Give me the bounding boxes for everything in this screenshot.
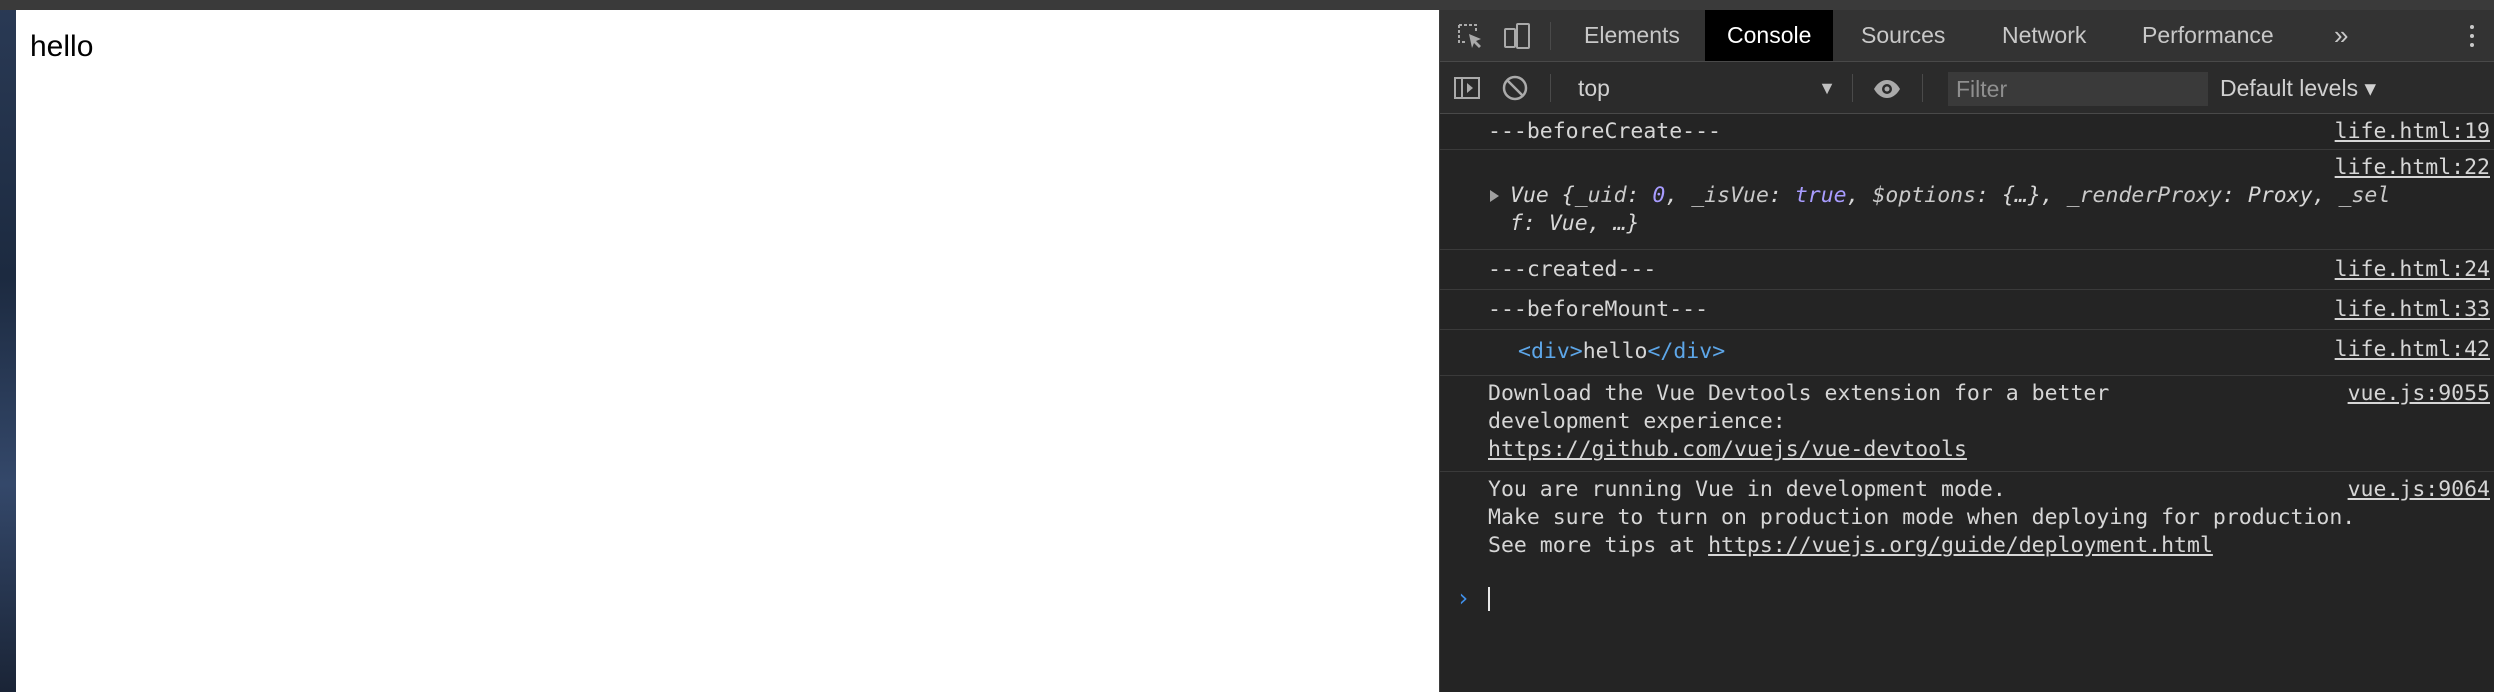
log-levels-dropdown[interactable]: Default levels ▾ — [2220, 72, 2376, 104]
dropdown-triangle-icon: ▼ — [1818, 78, 1836, 98]
device-toolbar-icon[interactable] — [1502, 22, 1532, 52]
tabbar-separator — [1550, 22, 1551, 50]
sidebar-toggle-icon[interactable] — [1452, 73, 1482, 103]
page-viewport: hello — [16, 10, 1439, 692]
console-message: ---beforeCreate--- life.html:19 — [1440, 114, 2494, 150]
devtools-panel: Elements Console Sources Network Perform… — [1439, 10, 2494, 692]
toolbar-separator — [1922, 74, 1923, 102]
live-expression-eye-icon[interactable] — [1872, 74, 1902, 104]
page-text: hello — [30, 30, 94, 63]
tab-sources[interactable]: Sources — [1839, 10, 1967, 61]
source-link[interactable]: life.html:19 — [2335, 118, 2490, 146]
message-text-with-link: See more tips at https://vuejs.org/guide… — [1488, 533, 2213, 558]
object-preview-line2: f: Vue, …} — [1510, 211, 1640, 236]
devtools-tabbar: Elements Console Sources Network Perform… — [1440, 10, 2494, 62]
source-link[interactable]: life.html:22 — [2335, 154, 2490, 182]
tab-network[interactable]: Network — [1980, 10, 2108, 61]
tab-console[interactable]: Console — [1705, 10, 1834, 61]
inspect-element-icon[interactable] — [1456, 22, 1486, 52]
message-text: Make sure to turn on production mode whe… — [1488, 505, 2356, 530]
message-text: Download the Vue Devtools extension for … — [1488, 381, 2110, 406]
console-message-element: <div>hello</div> life.html:42 — [1440, 330, 2494, 376]
source-link[interactable]: life.html:24 — [2335, 256, 2490, 284]
tab-performance[interactable]: Performance — [2120, 10, 2296, 61]
context-select[interactable]: top ▼ — [1578, 72, 1836, 104]
message-text: development experience: — [1488, 409, 1786, 434]
source-link[interactable]: life.html:33 — [2335, 296, 2490, 324]
console-toolbar: top ▼ Default levels ▾ — [1440, 62, 2494, 114]
console-message: ---created--- life.html:24 — [1440, 250, 2494, 290]
desktop-wallpaper — [0, 0, 16, 692]
expand-triangle-icon[interactable] — [1490, 190, 1499, 202]
message-text: You are running Vue in development mode. — [1488, 477, 2006, 502]
console-message: Download the Vue Devtools extension for … — [1440, 376, 2494, 472]
console-message-object: life.html:22 Vue {_uid: 0, _isVue: true,… — [1440, 150, 2494, 250]
tab-elements[interactable]: Elements — [1562, 10, 1702, 61]
toolbar-separator — [1550, 74, 1551, 102]
context-value: top — [1578, 75, 1610, 101]
toolbar-separator — [1852, 74, 1853, 102]
console-output[interactable]: ---beforeCreate--- life.html:19 life.htm… — [1440, 114, 2494, 692]
more-tabs-button[interactable]: » — [2334, 10, 2348, 61]
source-link[interactable]: vue.js:9064 — [2348, 476, 2490, 504]
message-text: ---beforeCreate--- — [1488, 119, 1721, 144]
console-prompt-icon: › — [1456, 584, 1471, 612]
message-text: ---created--- — [1488, 257, 1657, 282]
filter-input[interactable] — [1948, 72, 2208, 106]
clear-console-icon[interactable] — [1500, 73, 1530, 103]
console-input-cursor[interactable] — [1488, 587, 1490, 611]
element-preview[interactable]: <div>hello</div> — [1518, 338, 1725, 366]
console-message: ---beforeMount--- life.html:33 — [1440, 290, 2494, 330]
source-link[interactable]: life.html:42 — [2335, 336, 2490, 364]
window-top-edge — [0, 0, 2494, 10]
console-message: You are running Vue in development mode.… — [1440, 472, 2494, 570]
deployment-guide-link[interactable]: https://vuejs.org/guide/deployment.html — [1708, 533, 2213, 558]
source-link[interactable]: vue.js:9055 — [2348, 380, 2490, 408]
kebab-menu-icon[interactable] — [2450, 10, 2494, 61]
devtools-extension-link[interactable]: https://github.com/vuejs/vue-devtools — [1488, 436, 1967, 464]
message-text: ---beforeMount--- — [1488, 297, 1709, 322]
object-preview-line1[interactable]: Vue {_uid: 0, _isVue: true, $options: {…… — [1510, 182, 2390, 210]
